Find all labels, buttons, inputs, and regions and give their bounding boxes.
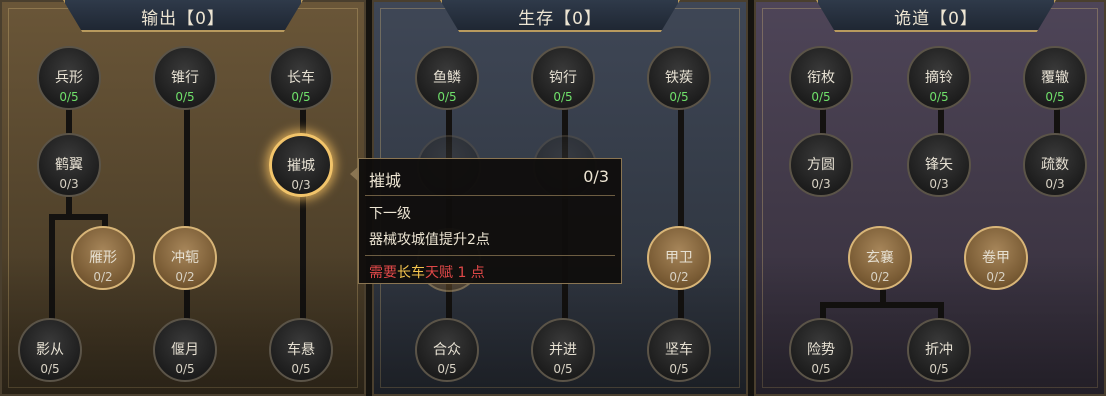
panel-title-output: 输出【0】 — [141, 9, 225, 29]
talent-node-zhuixing[interactable]: 锥行 0/5 — [153, 46, 217, 110]
talent-node-bingxing[interactable]: 兵形 0/5 — [37, 46, 101, 110]
talent-node-fangyuan[interactable]: 方圆 0/3 — [789, 133, 853, 197]
talent-node-xuanxiang[interactable]: 玄襄 0/2 — [848, 226, 912, 290]
talent-node-heyi[interactable]: 鹤翼 0/3 — [37, 133, 101, 197]
tooltip-divider — [365, 195, 615, 196]
talent-node-xianmei[interactable]: 衔枚 0/5 — [789, 46, 853, 110]
tooltip-talent-count: 0/3 — [583, 167, 609, 186]
talent-node-jiawei[interactable]: 甲卫 0/2 — [647, 226, 711, 290]
talent-node-zhailing[interactable]: 摘铃 0/5 — [907, 46, 971, 110]
tooltip-talent-name: 摧城 — [369, 171, 402, 190]
talent-node-jianche[interactable]: 坚车 0/5 — [647, 318, 711, 382]
talent-node-yulin[interactable]: 鱼鳞 0/5 — [415, 46, 479, 110]
talent-tooltip: 摧城 0/3 下一级 器械攻城值提升2点 需要长车天赋 1 点 — [358, 158, 622, 284]
panel-title-bar: 输出【0】 — [63, 0, 303, 32]
talent-node-juanjia[interactable]: 卷甲 0/2 — [964, 226, 1028, 290]
talent-node-shushu[interactable]: 疏数 0/3 — [1023, 133, 1087, 197]
talent-node-fuzhe[interactable]: 覆辙 0/5 — [1023, 46, 1087, 110]
connector — [66, 197, 72, 217]
talent-node-cuicheng[interactable]: 摧城 0/3 — [269, 133, 333, 197]
talent-node-hezhong[interactable]: 合众 0/5 — [415, 318, 479, 382]
connector — [678, 102, 684, 332]
tooltip-description: 器械攻城值提升2点 — [369, 232, 490, 248]
connector — [49, 214, 55, 334]
tooltip-next-level-label: 下一级 — [369, 206, 411, 222]
talent-node-changche[interactable]: 长车 0/5 — [269, 46, 333, 110]
tooltip-requirement: 需要长车天赋 1 点 — [369, 265, 485, 281]
panel-title-bar: 诡道【0】 — [816, 0, 1056, 32]
panel-title-deception: 诡道【0】 — [894, 9, 978, 29]
talent-node-yingcong[interactable]: 影从 0/5 — [18, 318, 82, 382]
connector — [184, 102, 190, 332]
talent-node-chonge[interactable]: 冲轭 0/2 — [153, 226, 217, 290]
talent-node-bingjin[interactable]: 并进 0/5 — [531, 318, 595, 382]
panel-title-bar: 生存【0】 — [440, 0, 680, 32]
talent-node-xianshi[interactable]: 险势 0/5 — [789, 318, 853, 382]
talent-node-zhechong[interactable]: 折冲 0/5 — [907, 318, 971, 382]
panel-title-survival: 生存【0】 — [518, 9, 602, 29]
talent-node-fengshi[interactable]: 锋矢 0/3 — [907, 133, 971, 197]
talent-node-tieji[interactable]: 铁蒺 0/5 — [647, 46, 711, 110]
talent-node-chexuan[interactable]: 车悬 0/5 — [269, 318, 333, 382]
tooltip-divider — [365, 255, 615, 256]
talent-node-yanxing[interactable]: 雁形 0/2 — [71, 226, 135, 290]
talent-node-yanyue[interactable]: 偃月 0/5 — [153, 318, 217, 382]
connector — [49, 214, 107, 220]
talent-node-gouxing[interactable]: 钩行 0/5 — [531, 46, 595, 110]
